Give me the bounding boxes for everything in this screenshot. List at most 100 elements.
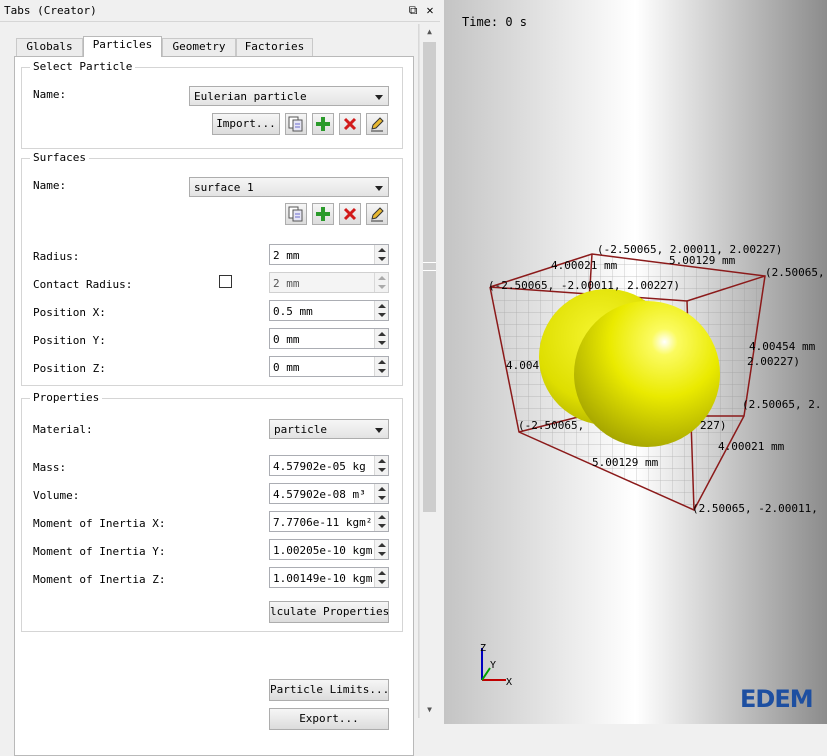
delete-particle-button[interactable]: [339, 113, 361, 135]
dim-left-height: 4.004: [506, 359, 540, 372]
3d-viewport[interactable]: Time: 0 s (-2.50065, 2.00011, 2.00227) 4…: [444, 0, 827, 724]
vertical-scrollbar[interactable]: ▲ ▼: [419, 24, 438, 718]
volume-stepper: [374, 484, 388, 503]
copy-particle-button[interactable]: [285, 113, 307, 135]
tab-globals[interactable]: Globals: [16, 38, 83, 56]
surfaces-group: Surfaces Name: surface 1 Radius: 2 mm Co…: [21, 151, 403, 386]
particle-limits-button[interactable]: Particle Limits...: [269, 679, 389, 701]
position-z-stepper: [374, 357, 388, 376]
plus-icon: [316, 117, 330, 131]
material-select[interactable]: particle: [269, 419, 389, 439]
dim-top-depth: 4.00021 mm: [551, 259, 618, 272]
contact-radius-input[interactable]: 2 mm: [269, 272, 389, 293]
scroll-up-icon[interactable]: ▲: [420, 24, 439, 40]
position-y-label: Position Y:: [33, 334, 106, 347]
spin-down-icon[interactable]: [378, 496, 386, 500]
add-surface-button[interactable]: [312, 203, 334, 225]
surface-name-label: Name:: [33, 179, 67, 192]
axis-z-label: Z: [480, 643, 487, 654]
axis-x-label: X: [506, 677, 513, 688]
spin-down-icon[interactable]: [378, 313, 386, 317]
moi-y-value: 1.00205e-10 kgm²: [273, 544, 379, 557]
mass-input[interactable]: 4.57902e-05 kg: [269, 455, 389, 476]
chevron-down-icon: [375, 428, 383, 433]
add-particle-button[interactable]: [312, 113, 334, 135]
particle-name-select[interactable]: Eulerian particle: [189, 86, 389, 106]
dim-bottom-depth: 4.00021 mm: [718, 440, 785, 453]
spin-up-icon[interactable]: [378, 276, 386, 280]
dim-bottom-width: 5.00129 mm: [592, 456, 659, 469]
mass-label: Mass:: [33, 461, 67, 474]
edit-surface-button[interactable]: [366, 203, 388, 225]
scrollbar-grip: [423, 262, 436, 271]
spin-up-icon[interactable]: [378, 459, 386, 463]
radius-value: 2 mm: [273, 249, 300, 262]
coord-top-left: (-2.50065, -2.00011, 2.00227): [488, 279, 681, 292]
position-x-input[interactable]: 0.5 mm: [269, 300, 389, 321]
edit-particle-button[interactable]: [366, 113, 388, 135]
contact-radius-value: 2 mm: [273, 277, 300, 290]
calculate-properties-button[interactable]: lculate Properties.: [269, 601, 389, 623]
radius-input[interactable]: 2 mm: [269, 244, 389, 265]
tab-particles[interactable]: Particles: [83, 36, 162, 57]
tab-factories[interactable]: Factories: [236, 38, 313, 56]
spin-up-icon[interactable]: [378, 571, 386, 575]
spin-down-icon[interactable]: [378, 580, 386, 584]
delete-icon: [343, 207, 357, 221]
chevron-down-icon: [375, 186, 383, 191]
moi-x-stepper: [374, 512, 388, 531]
spin-up-icon[interactable]: [378, 360, 386, 364]
position-y-input[interactable]: 0 mm: [269, 328, 389, 349]
creator-panel: Tabs (Creator) ⧉ ✕ Globals Particles Geo…: [0, 0, 440, 756]
copy-surface-button[interactable]: [285, 203, 307, 225]
position-x-stepper: [374, 301, 388, 320]
moi-x-input[interactable]: 7.7706e-11 kgm²: [269, 511, 389, 532]
moi-y-label: Moment of Inertia Y:: [33, 545, 166, 558]
surface-name-value: surface 1: [194, 181, 254, 194]
dim-right-height: 4.00454 mm: [749, 340, 816, 353]
spin-down-icon[interactable]: [378, 257, 386, 261]
moi-z-input[interactable]: 1.00149e-10 kgm²: [269, 567, 389, 588]
spin-up-icon[interactable]: [378, 304, 386, 308]
spin-up-icon[interactable]: [378, 543, 386, 547]
coord-bottom-mid: 227): [700, 419, 727, 432]
delete-icon: [343, 117, 357, 131]
spin-up-icon[interactable]: [378, 248, 386, 252]
spin-up-icon[interactable]: [378, 487, 386, 491]
moi-z-label: Moment of Inertia Z:: [33, 573, 166, 586]
spin-down-icon[interactable]: [378, 285, 386, 289]
delete-surface-button[interactable]: [339, 203, 361, 225]
copy-icon: [288, 116, 303, 132]
axis-y-label: Y: [490, 660, 497, 671]
select-particle-title: Select Particle: [30, 60, 136, 73]
dim-top-width: 5.00129 mm: [669, 254, 736, 267]
spin-down-icon[interactable]: [378, 341, 386, 345]
moi-y-input[interactable]: 1.00205e-10 kgm²: [269, 539, 389, 560]
panel-content: Globals Particles Geometry Factories Sel…: [2, 24, 419, 756]
pencil-icon: [371, 207, 384, 222]
surface-name-select[interactable]: surface 1: [189, 177, 389, 197]
particles-tab-pane: Select Particle Name: Eulerian particle …: [14, 56, 414, 756]
close-icon[interactable]: ✕: [423, 3, 437, 17]
spin-down-icon[interactable]: [378, 369, 386, 373]
scroll-down-icon[interactable]: ▼: [420, 702, 439, 718]
spin-down-icon[interactable]: [378, 468, 386, 472]
mass-stepper: [374, 456, 388, 475]
material-value: particle: [274, 423, 327, 436]
tab-geometry[interactable]: Geometry: [162, 38, 236, 56]
export-button[interactable]: Export...: [269, 708, 389, 730]
spin-up-icon[interactable]: [378, 515, 386, 519]
volume-label: Volume:: [33, 489, 80, 502]
spin-down-icon[interactable]: [378, 524, 386, 528]
volume-input[interactable]: 4.57902e-08 m³: [269, 483, 389, 504]
float-icon[interactable]: ⧉: [406, 3, 420, 17]
contact-radius-checkbox[interactable]: [219, 275, 232, 288]
spin-up-icon[interactable]: [378, 332, 386, 336]
spin-down-icon[interactable]: [378, 552, 386, 556]
import-button[interactable]: Import...: [212, 113, 280, 135]
scrollbar-thumb[interactable]: [423, 42, 436, 512]
volume-value: 4.57902e-08 m³: [273, 488, 366, 501]
edem-logo: EDEM: [740, 685, 814, 713]
particle-name-value: Eulerian particle: [194, 90, 307, 103]
position-z-input[interactable]: 0 mm: [269, 356, 389, 377]
